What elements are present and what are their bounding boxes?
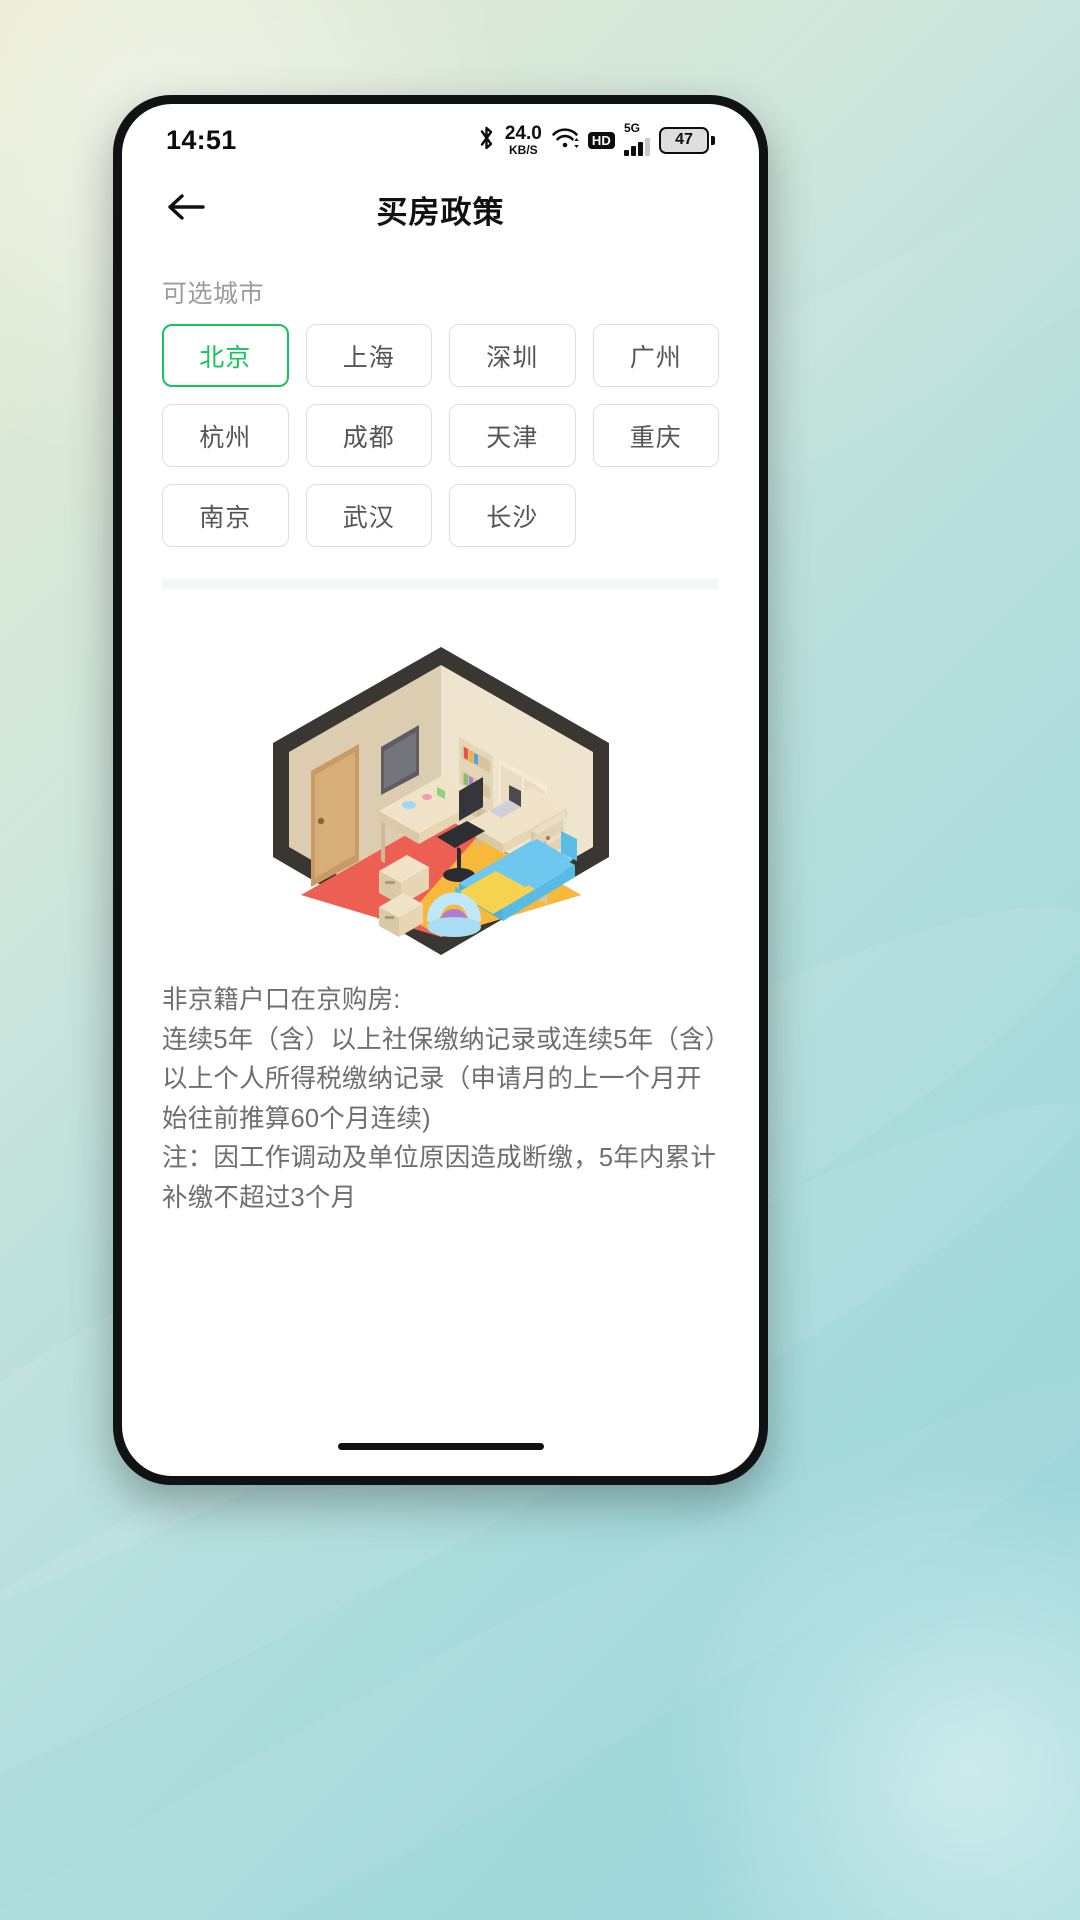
network-speed-indicator: 24.0 KB/S: [505, 124, 542, 156]
network-type-label: 5G: [624, 121, 641, 135]
signal-bar: [631, 146, 636, 156]
city-chip[interactable]: 深圳: [449, 324, 576, 387]
phone-screen: 14:51 24.0 KB/S HD 5G 47 买房政策 可选城市 北京 上海…: [122, 104, 759, 1476]
city-chip-grid: 北京 上海 深圳 广州杭州 成都 天津 重庆南京 武汉 长沙: [122, 324, 759, 547]
status-bar: 14:51 24.0 KB/S HD 5G 47: [122, 104, 759, 166]
battery-icon: 47: [659, 126, 715, 154]
city-chip[interactable]: 北京: [162, 324, 289, 387]
status-icon-group: 24.0 KB/S HD 5G 47: [477, 121, 715, 156]
signal-bar: [645, 138, 650, 156]
page-title: 买房政策: [376, 194, 505, 230]
bluetooth-icon: [477, 125, 496, 156]
battery-level-text: 47: [659, 126, 709, 154]
back-button[interactable]: [160, 183, 212, 235]
city-chip[interactable]: 成都: [305, 404, 432, 467]
city-chip[interactable]: 杭州: [162, 404, 289, 467]
network-speed-value: 24.0: [504, 123, 542, 144]
section-divider-wrap: [122, 547, 759, 589]
status-time: 14:51: [166, 124, 237, 155]
wallpaper-background: 14:51 24.0 KB/S HD 5G 47 买房政策 可选城市 北京 上海…: [0, 0, 1080, 1920]
network-speed-unit: KB/S: [508, 143, 538, 157]
policy-description: 非京籍户口在京购房: 连续5年（含）以上社保缴纳记录或连续5年（含）以上个人所得…: [162, 986, 718, 1212]
back-arrow-icon: [165, 191, 207, 228]
city-section-label: 可选城市: [162, 280, 265, 308]
battery-tip: [711, 135, 715, 145]
cellular-signal-icon: 5G: [624, 121, 650, 156]
signal-bar: [638, 142, 643, 156]
app-header: 买房政策: [122, 166, 759, 252]
section-divider: [162, 579, 719, 589]
city-chip[interactable]: 南京: [162, 484, 289, 547]
signal-bar: [624, 150, 629, 156]
wifi-icon: [551, 126, 579, 155]
hd-icon: HD: [587, 131, 615, 149]
city-chip[interactable]: 天津: [449, 404, 576, 467]
city-chip[interactable]: 重庆: [592, 404, 719, 467]
home-indicator[interactable]: [337, 1443, 544, 1450]
city-chip[interactable]: 长沙: [449, 484, 576, 547]
city-chip[interactable]: 武汉: [305, 484, 432, 547]
isometric-bedroom-illustration: [122, 589, 759, 965]
page-content: 可选城市 北京 上海 深圳 广州 杭州 成都 天津 重庆 南京 武汉 长沙 非京…: [122, 252, 759, 1476]
city-chip[interactable]: 上海: [305, 324, 432, 387]
city-chip[interactable]: 广州: [592, 324, 719, 387]
phone-frame: 14:51 24.0 KB/S HD 5G 47 买房政策 可选城市 北京 上海…: [113, 95, 768, 1485]
